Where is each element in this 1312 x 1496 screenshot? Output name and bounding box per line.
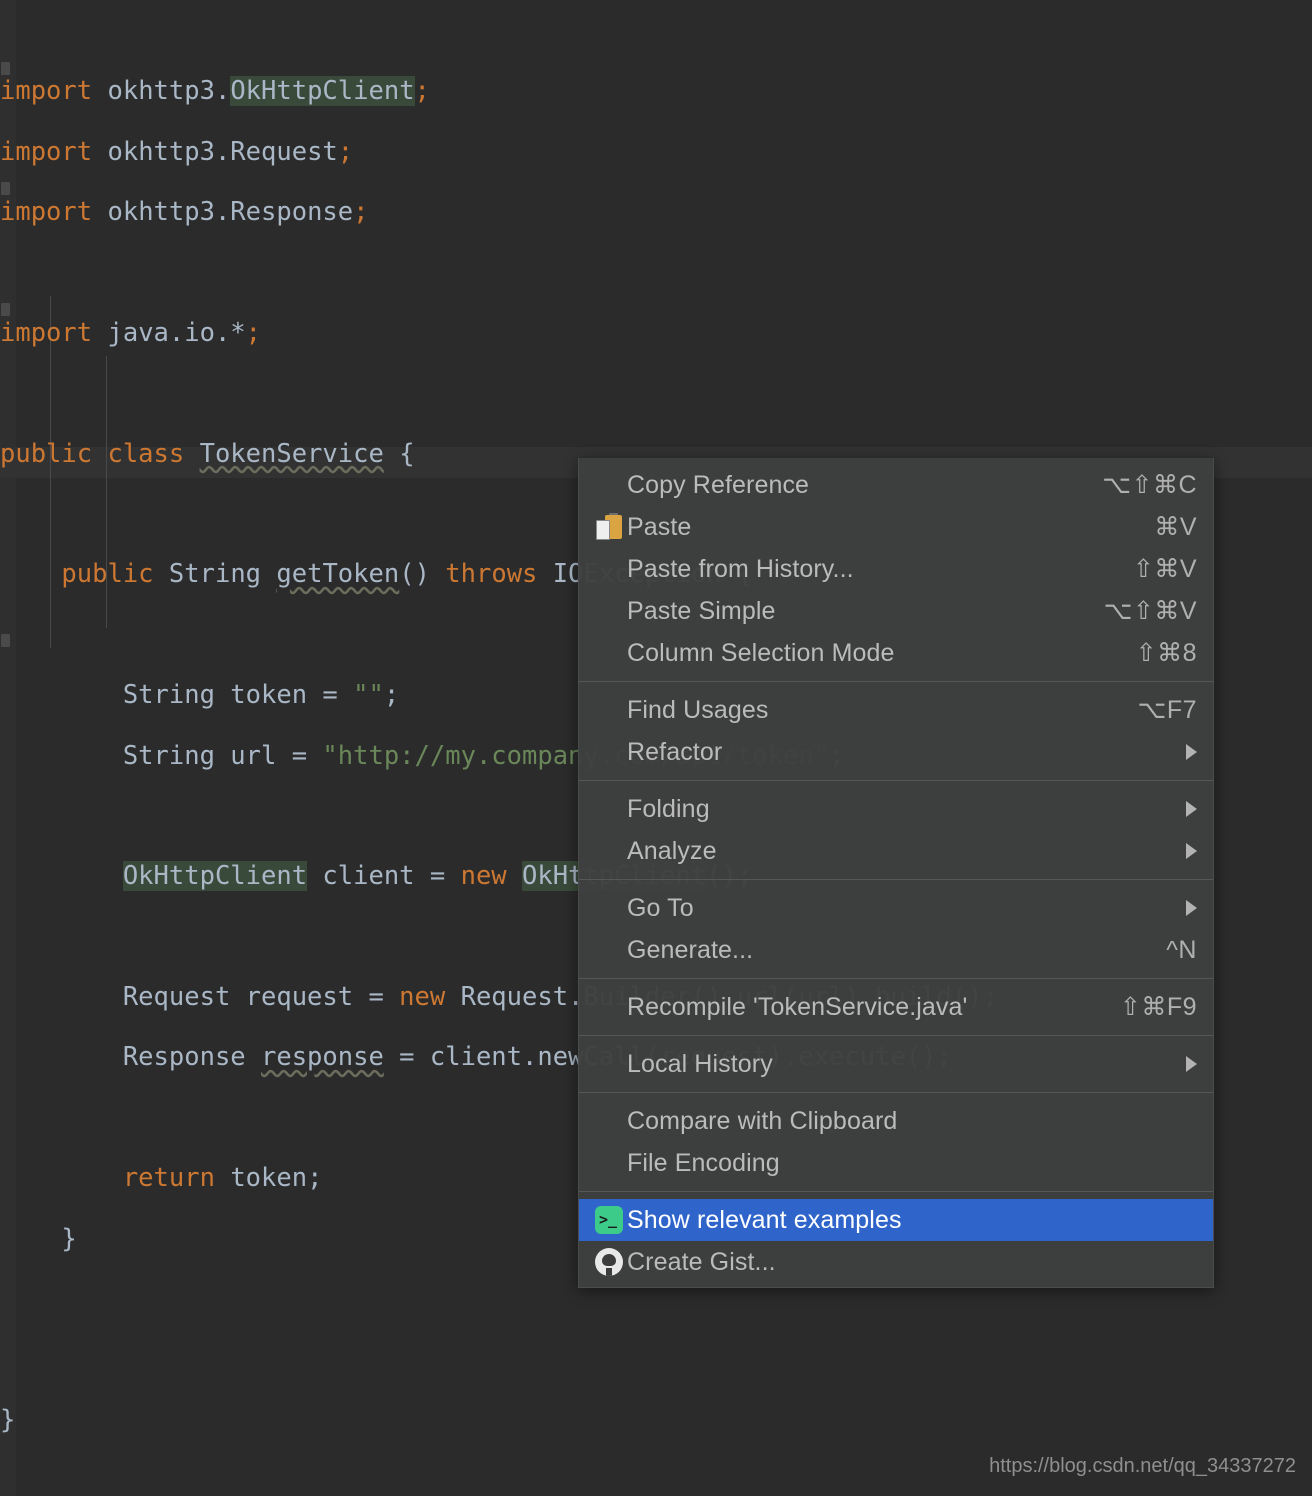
menu-item-icon-slot xyxy=(591,1148,627,1178)
menu-separator xyxy=(579,780,1213,781)
terminal-icon xyxy=(591,1205,627,1235)
menu-separator xyxy=(579,879,1213,880)
menu-item-label: Folding xyxy=(627,794,710,823)
menu-item-local-history[interactable]: Local History xyxy=(579,1043,1213,1085)
menu-item-icon-slot xyxy=(591,836,627,866)
code-line: import okhttp3.Response; xyxy=(0,196,369,227)
menu-item-icon-slot xyxy=(591,695,627,725)
code-line: import okhttp3.OkHttpClient; xyxy=(0,76,430,107)
menu-item-shortcut: ⇧⌘8 xyxy=(1135,639,1197,667)
menu-item-icon-slot xyxy=(591,638,627,668)
menu-item-find-usages[interactable]: Find Usages ⌥F7 xyxy=(579,689,1213,731)
menu-item-icon-slot xyxy=(591,470,627,500)
menu-item-label: Local History xyxy=(627,1049,773,1078)
submenu-arrow-icon xyxy=(1186,744,1197,760)
menu-item-label: Find Usages xyxy=(627,695,769,724)
menu-separator xyxy=(579,681,1213,682)
menu-item-label: Recompile 'TokenService.java' xyxy=(627,992,968,1021)
menu-item-column-selection-mode[interactable]: Column Selection Mode ⇧⌘8 xyxy=(579,632,1213,674)
menu-item-icon-slot xyxy=(591,893,627,923)
menu-item-icon-slot xyxy=(591,935,627,965)
menu-item-paste-from-history[interactable]: Paste from History... ⇧⌘V xyxy=(579,548,1213,590)
menu-item-label: Column Selection Mode xyxy=(627,638,895,667)
submenu-arrow-icon xyxy=(1186,1056,1197,1072)
menu-separator xyxy=(579,1092,1213,1093)
code-line: import java.io.*; xyxy=(0,317,262,348)
menu-item-icon-slot xyxy=(591,554,627,584)
code-line: } xyxy=(0,1404,16,1435)
menu-item-paste-simple[interactable]: Paste Simple ⌥⇧⌘V xyxy=(579,590,1213,632)
menu-item-paste[interactable]: Paste ⌘V xyxy=(579,506,1213,548)
menu-item-icon-slot xyxy=(591,1049,627,1079)
menu-item-shortcut: ⌥F7 xyxy=(1137,696,1197,724)
menu-item-generate[interactable]: Generate... ^N xyxy=(579,929,1213,971)
menu-item-label: Show relevant examples xyxy=(627,1205,902,1234)
menu-item-icon-slot xyxy=(591,794,627,824)
menu-item-label: Go To xyxy=(627,893,694,922)
menu-item-shortcut: ⇧⌘F9 xyxy=(1119,993,1197,1021)
menu-item-compare-with-clipboard[interactable]: Compare with Clipboard xyxy=(579,1100,1213,1142)
menu-item-show-relevant-examples[interactable]: Show relevant examples xyxy=(579,1199,1213,1241)
menu-item-icon-slot xyxy=(591,992,627,1022)
editor-context-menu[interactable]: Copy Reference ⌥⇧⌘C Paste ⌘V Paste from Hist… xyxy=(578,458,1214,1288)
submenu-arrow-icon xyxy=(1186,843,1197,859)
watermark: https://blog.csdn.net/qq_34337272 xyxy=(989,1455,1296,1477)
code-line: import okhttp3.Request; xyxy=(0,136,354,167)
submenu-arrow-icon xyxy=(1186,900,1197,916)
menu-item-icon-slot xyxy=(591,1106,627,1136)
submenu-arrow-icon xyxy=(1186,801,1197,817)
menu-item-label: Generate... xyxy=(627,935,754,964)
menu-item-label: Paste from History... xyxy=(627,554,854,583)
menu-separator xyxy=(579,1191,1213,1192)
menu-separator xyxy=(579,1035,1213,1036)
menu-item-label: File Encoding xyxy=(627,1148,780,1177)
menu-item-create-gist[interactable]: Create Gist... xyxy=(579,1241,1213,1283)
menu-item-copy-reference[interactable]: Copy Reference ⌥⇧⌘C xyxy=(579,464,1213,506)
menu-item-shortcut: ^N xyxy=(1166,935,1197,964)
menu-item-file-encoding[interactable]: File Encoding xyxy=(579,1142,1213,1184)
clipboard-icon xyxy=(591,512,627,542)
menu-item-shortcut: ⇧⌘V xyxy=(1132,555,1197,583)
menu-item-label: Copy Reference xyxy=(627,470,810,499)
menu-item-refactor[interactable]: Refactor xyxy=(579,731,1213,773)
menu-item-go-to[interactable]: Go To xyxy=(579,887,1213,929)
menu-item-label: Refactor xyxy=(627,737,723,766)
menu-item-folding[interactable]: Folding xyxy=(579,788,1213,830)
menu-item-shortcut: ⌥⇧⌘V xyxy=(1103,597,1197,625)
menu-item-icon-slot xyxy=(591,737,627,767)
menu-item-label: Compare with Clipboard xyxy=(627,1106,898,1135)
menu-item-shortcut: ⌥⇧⌘C xyxy=(1102,471,1197,499)
menu-item-icon-slot xyxy=(591,596,627,626)
menu-separator xyxy=(579,978,1213,979)
menu-item-shortcut: ⌘V xyxy=(1154,513,1197,541)
menu-item-label: Create Gist... xyxy=(627,1247,776,1276)
github-icon xyxy=(591,1247,627,1277)
menu-item-analyze[interactable]: Analyze xyxy=(579,830,1213,872)
menu-item-label: Analyze xyxy=(627,836,717,865)
menu-item-label: Paste xyxy=(627,512,692,541)
menu-item-recompile-tokenservice-java[interactable]: Recompile 'TokenService.java' ⇧⌘F9 xyxy=(579,986,1213,1028)
menu-item-label: Paste Simple xyxy=(627,596,776,625)
